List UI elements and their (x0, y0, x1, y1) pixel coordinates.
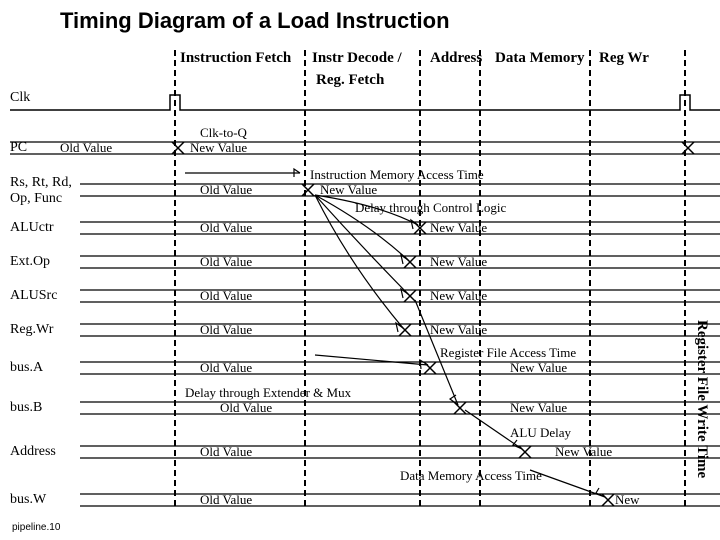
alusrc-old: Old Value (200, 288, 252, 304)
extop-new: New Value (430, 254, 487, 270)
busw-new: New (615, 492, 640, 508)
footer: pipeline.10 (12, 522, 60, 533)
row-rs: Rs, Rt, Rd, Op, Func (10, 175, 72, 207)
regwr-old: Old Value (200, 322, 252, 338)
clk-to-q: Clk-to-Q (200, 125, 247, 141)
aluctr-old: Old Value (200, 220, 252, 236)
row-aluctr: ALUctr (10, 220, 54, 236)
title: Timing Diagram of a Load Instruction (60, 8, 450, 34)
regacc-label: Register File Access Time (440, 345, 576, 361)
stage-decode: Instr Decode / (312, 50, 402, 67)
alusrc-new: New Value (430, 288, 487, 304)
aludelay-label: ALU Delay (510, 425, 571, 441)
imem-label: Instruction Memory Access Time (310, 167, 484, 183)
aluctr-new: New Value (430, 220, 487, 236)
stage-fetch: Instruction Fetch (180, 50, 291, 67)
stage-regfetch: Reg. Fetch (316, 72, 384, 89)
extop-old: Old Value (200, 254, 252, 270)
row-busw: bus.W (10, 492, 46, 508)
side-label: Register File Write Time (693, 320, 710, 478)
row-alusrc: ALUSrc (10, 288, 57, 304)
row-clk: Clk (10, 90, 30, 106)
pc-old: Old Value (60, 140, 112, 156)
stage-regwr: Reg Wr (599, 50, 649, 67)
ctrl-label: Delay through Control Logic (355, 200, 506, 216)
busb-old: Old Value (220, 400, 272, 416)
address-old: Old Value (200, 444, 252, 460)
pc-new: New Value (190, 140, 247, 156)
dmem-label: Data Memory Access Time (400, 468, 542, 484)
row-extop: Ext.Op (10, 254, 50, 270)
row-busa: bus.A (10, 360, 43, 376)
busa-new: New Value (510, 360, 567, 376)
address-new: New Value (555, 444, 612, 460)
rs-new: New Value (320, 182, 377, 198)
row-pc: PC (10, 140, 27, 156)
extmux-label: Delay through Extender & Mux (185, 385, 351, 401)
stage-datamem: Data Memory (495, 50, 585, 67)
row-regwr: Reg.Wr (10, 322, 53, 338)
stage-address: Address (430, 50, 482, 67)
row-address: Address (10, 444, 56, 460)
busb-new: New Value (510, 400, 567, 416)
rs-old: Old Value (200, 182, 252, 198)
busw-old: Old Value (200, 492, 252, 508)
row-busb: bus.B (10, 400, 42, 416)
regwr-new: New Value (430, 322, 487, 338)
busa-old: Old Value (200, 360, 252, 376)
